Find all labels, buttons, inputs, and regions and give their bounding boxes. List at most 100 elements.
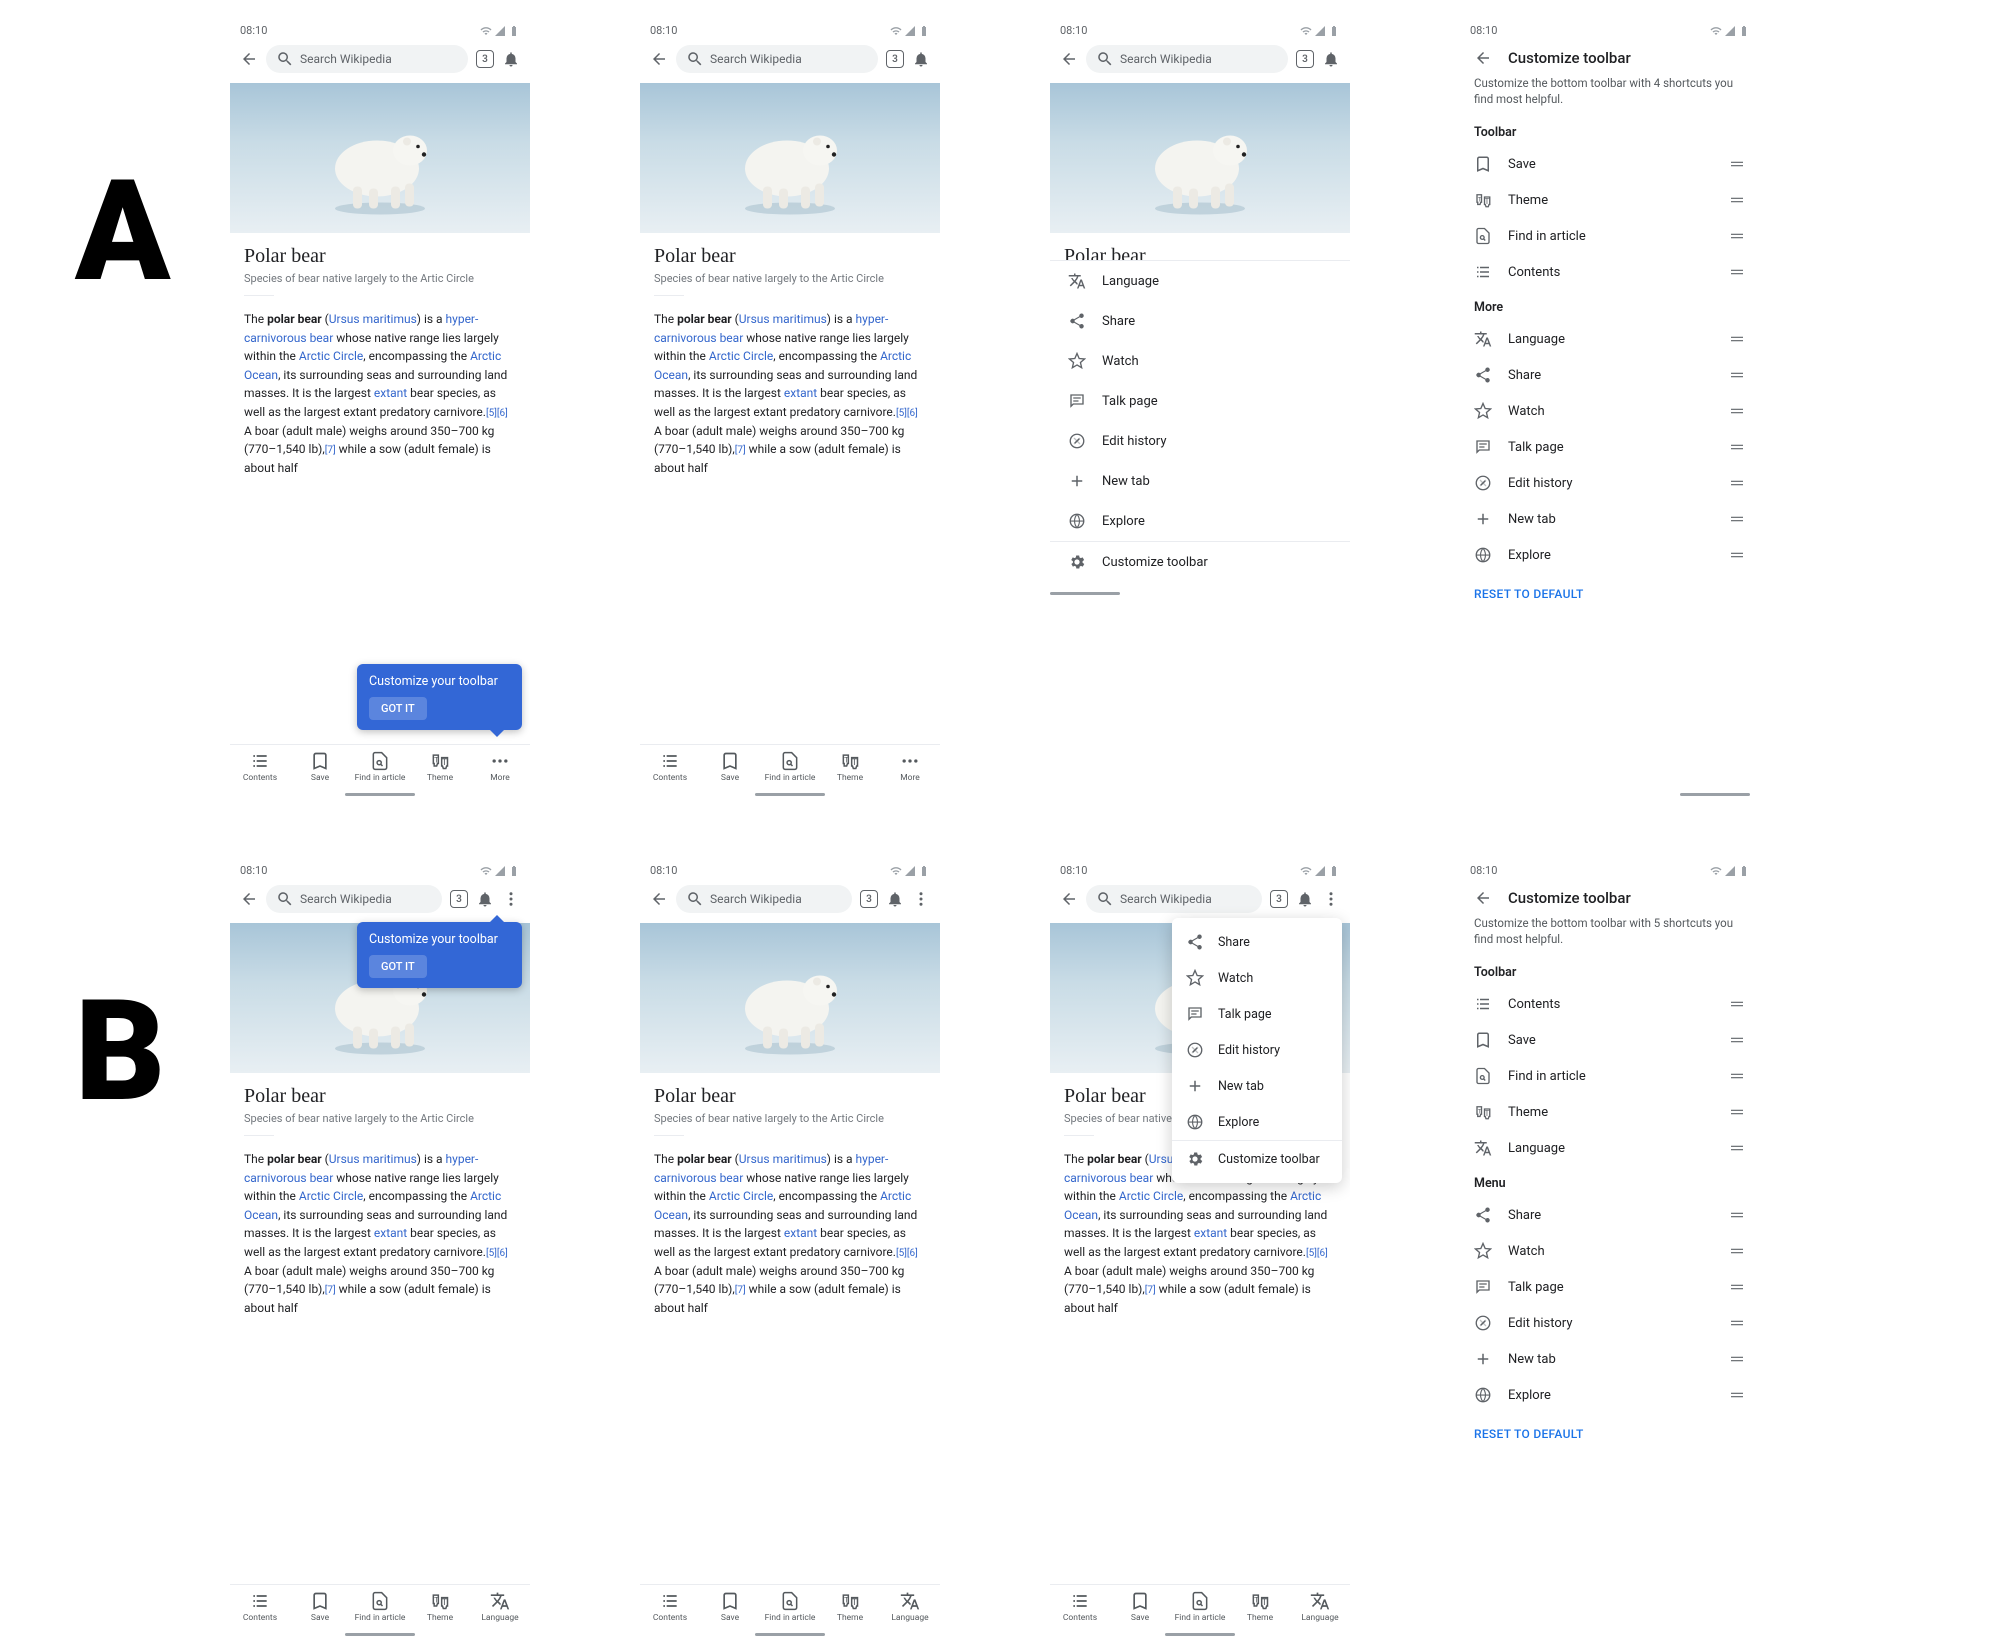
toolbar-contents[interactable]: Contents bbox=[1050, 1591, 1110, 1623]
row-newtab[interactable]: New tab bbox=[1460, 1341, 1760, 1377]
popup-talk[interactable]: Talk page bbox=[1172, 996, 1342, 1032]
link-extant[interactable]: extant bbox=[374, 386, 407, 400]
toolbar-theme[interactable]: Theme bbox=[1230, 1591, 1290, 1623]
toolbar-save[interactable]: Save bbox=[290, 751, 350, 783]
drag-handle-icon[interactable] bbox=[1728, 1314, 1746, 1332]
toolbar-save[interactable]: Save bbox=[290, 1591, 350, 1623]
row-explore[interactable]: Explore bbox=[1460, 537, 1760, 573]
sheet-language[interactable]: Language bbox=[1050, 261, 1350, 301]
toolbar-contents[interactable]: Contents bbox=[230, 751, 290, 783]
toolbar-save[interactable]: Save bbox=[700, 1591, 760, 1623]
drag-handle-icon[interactable] bbox=[1728, 995, 1746, 1013]
search-input[interactable]: Search Wikipedia bbox=[1086, 45, 1288, 73]
back-icon[interactable] bbox=[1474, 889, 1492, 907]
popup-explore[interactable]: Explore bbox=[1172, 1104, 1342, 1140]
row-language[interactable]: Language bbox=[1460, 321, 1760, 357]
notifications-icon[interactable] bbox=[886, 890, 904, 908]
row-contents[interactable]: Contents bbox=[1460, 254, 1760, 290]
tab-count[interactable]: 3 bbox=[1270, 890, 1288, 908]
drag-handle-icon[interactable] bbox=[1728, 1067, 1746, 1085]
drag-handle-icon[interactable] bbox=[1728, 155, 1746, 173]
back-icon[interactable] bbox=[1474, 49, 1492, 67]
sheet-watch[interactable]: Watch bbox=[1050, 341, 1350, 381]
notifications-icon[interactable] bbox=[502, 50, 520, 68]
tooltip-gotit-button[interactable]: GOT IT bbox=[369, 955, 427, 978]
toolbar-save[interactable]: Save bbox=[1110, 1591, 1170, 1623]
reset-to-default-button[interactable]: RESET TO DEFAULT bbox=[1460, 573, 1760, 615]
row-find[interactable]: Find in article bbox=[1460, 1058, 1760, 1094]
toolbar-save[interactable]: Save bbox=[700, 751, 760, 783]
toolbar-more[interactable]: More bbox=[880, 751, 940, 783]
row-talk[interactable]: Talk page bbox=[1460, 1269, 1760, 1305]
row-share[interactable]: Share bbox=[1460, 357, 1760, 393]
back-icon[interactable] bbox=[240, 50, 258, 68]
drag-handle-icon[interactable] bbox=[1728, 510, 1746, 528]
search-input[interactable]: Search Wikipedia bbox=[266, 885, 442, 913]
sheet-explore[interactable]: Explore bbox=[1050, 501, 1350, 541]
popup-newtab[interactable]: New tab bbox=[1172, 1068, 1342, 1104]
drag-handle-icon[interactable] bbox=[1728, 402, 1746, 420]
tab-count[interactable]: 3 bbox=[450, 890, 468, 908]
drag-handle-icon[interactable] bbox=[1728, 227, 1746, 245]
drag-handle-icon[interactable] bbox=[1728, 263, 1746, 281]
link-arctic-circle[interactable]: Arctic Circle bbox=[299, 349, 363, 363]
row-find[interactable]: Find in article bbox=[1460, 218, 1760, 254]
back-icon[interactable] bbox=[650, 890, 668, 908]
back-icon[interactable] bbox=[1060, 50, 1078, 68]
row-watch[interactable]: Watch bbox=[1460, 1233, 1760, 1269]
row-edit[interactable]: Edit history bbox=[1460, 1305, 1760, 1341]
sheet-customize[interactable]: Customize toolbar bbox=[1050, 542, 1350, 582]
notifications-icon[interactable] bbox=[1322, 50, 1340, 68]
toolbar-find[interactable]: Find in article bbox=[350, 1591, 410, 1623]
sheet-talk[interactable]: Talk page bbox=[1050, 381, 1350, 421]
search-input[interactable]: Search Wikipedia bbox=[676, 885, 852, 913]
toolbar-find[interactable]: Find in article bbox=[760, 751, 820, 783]
drag-handle-icon[interactable] bbox=[1728, 1278, 1746, 1296]
toolbar-find[interactable]: Find in article bbox=[350, 751, 410, 783]
sheet-newtab[interactable]: New tab bbox=[1050, 461, 1350, 501]
drag-handle-icon[interactable] bbox=[1728, 1242, 1746, 1260]
notifications-icon[interactable] bbox=[476, 890, 494, 908]
row-newtab[interactable]: New tab bbox=[1460, 501, 1760, 537]
reset-to-default-button[interactable]: RESET TO DEFAULT bbox=[1460, 1413, 1760, 1455]
toolbar-more[interactable]: More bbox=[470, 751, 530, 783]
drag-handle-icon[interactable] bbox=[1728, 1103, 1746, 1121]
popup-share[interactable]: Share bbox=[1172, 924, 1342, 960]
tab-count[interactable]: 3 bbox=[1296, 50, 1314, 68]
row-watch[interactable]: Watch bbox=[1460, 393, 1760, 429]
search-input[interactable]: Search Wikipedia bbox=[1086, 885, 1262, 913]
drag-handle-icon[interactable] bbox=[1728, 1031, 1746, 1049]
sheet-edit-history[interactable]: Edit history bbox=[1050, 421, 1350, 461]
link-ursus[interactable]: Ursus maritimus bbox=[329, 312, 417, 326]
drag-handle-icon[interactable] bbox=[1728, 1386, 1746, 1404]
back-icon[interactable] bbox=[650, 50, 668, 68]
row-share[interactable]: Share bbox=[1460, 1197, 1760, 1233]
toolbar-theme[interactable]: Theme bbox=[410, 751, 470, 783]
toolbar-contents[interactable]: Contents bbox=[640, 1591, 700, 1623]
toolbar-find[interactable]: Find in article bbox=[1170, 1591, 1230, 1623]
reference-7[interactable]: [7] bbox=[325, 445, 336, 456]
popup-customize[interactable]: Customize toolbar bbox=[1172, 1141, 1342, 1177]
toolbar-contents[interactable]: Contents bbox=[640, 751, 700, 783]
row-contents[interactable]: Contents bbox=[1460, 986, 1760, 1022]
reference-56[interactable]: [5][6] bbox=[486, 408, 508, 419]
back-icon[interactable] bbox=[1060, 890, 1078, 908]
tab-count[interactable]: 3 bbox=[886, 50, 904, 68]
drag-handle-icon[interactable] bbox=[1728, 1350, 1746, 1368]
row-theme[interactable]: Theme bbox=[1460, 1094, 1760, 1130]
drag-handle-icon[interactable] bbox=[1728, 474, 1746, 492]
search-input[interactable]: Search Wikipedia bbox=[266, 45, 468, 73]
tab-count[interactable]: 3 bbox=[860, 890, 878, 908]
drag-handle-icon[interactable] bbox=[1728, 438, 1746, 456]
drag-handle-icon[interactable] bbox=[1728, 330, 1746, 348]
drag-handle-icon[interactable] bbox=[1728, 366, 1746, 384]
toolbar-find[interactable]: Find in article bbox=[760, 1591, 820, 1623]
row-theme[interactable]: Theme bbox=[1460, 182, 1760, 218]
drag-handle-icon[interactable] bbox=[1728, 1139, 1746, 1157]
overflow-menu-icon[interactable] bbox=[912, 890, 930, 908]
drag-handle-icon[interactable] bbox=[1728, 191, 1746, 209]
toolbar-language[interactable]: Language bbox=[880, 1591, 940, 1623]
row-explore[interactable]: Explore bbox=[1460, 1377, 1760, 1413]
popup-watch[interactable]: Watch bbox=[1172, 960, 1342, 996]
toolbar-language[interactable]: Language bbox=[1290, 1591, 1350, 1623]
